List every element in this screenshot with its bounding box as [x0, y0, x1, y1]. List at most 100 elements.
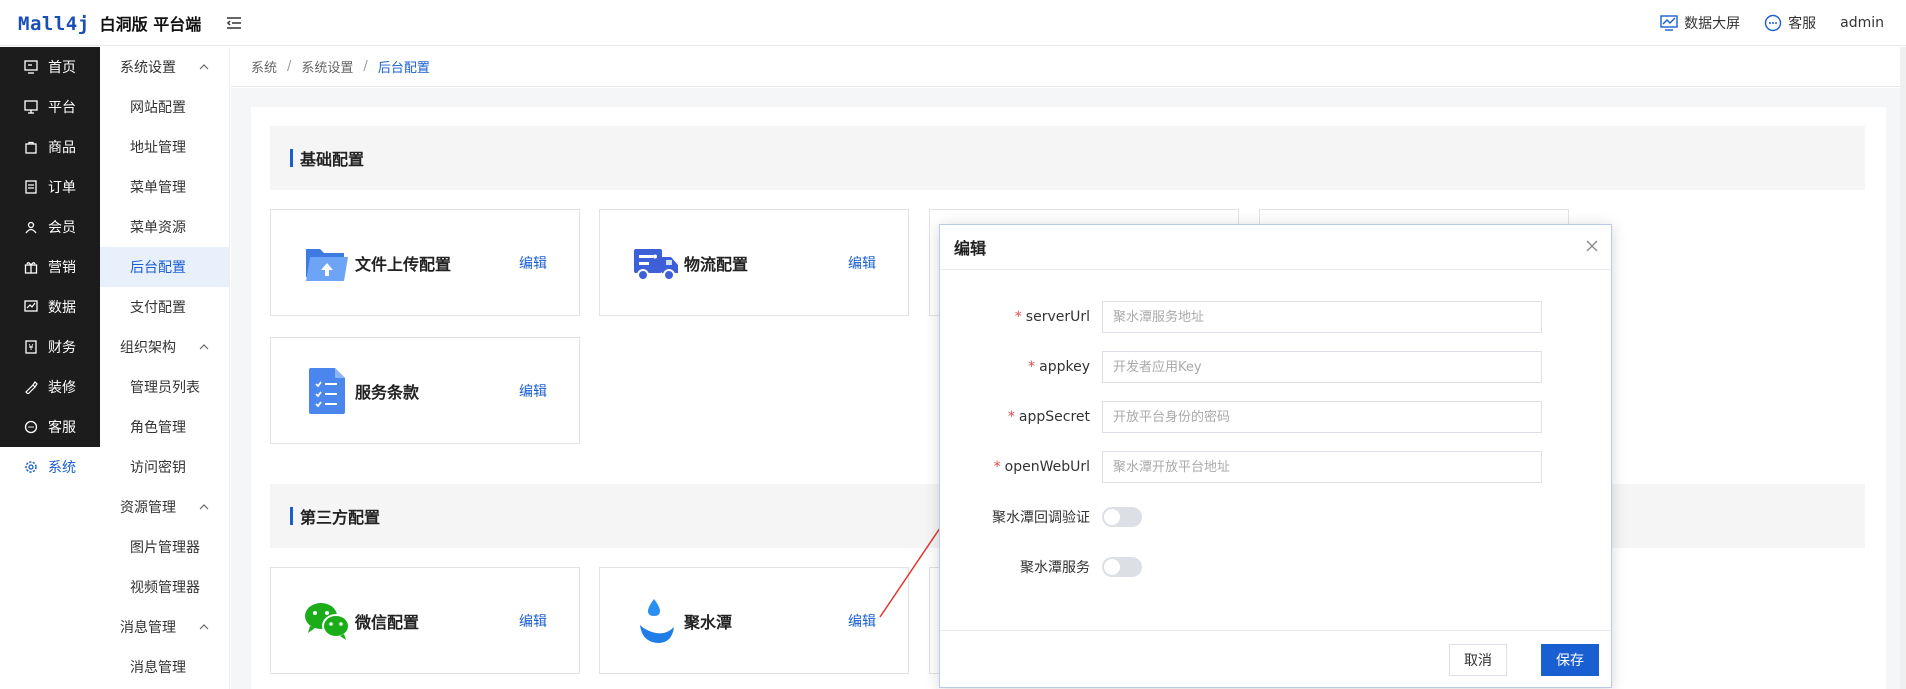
svg-text:¥: ¥ — [28, 343, 33, 352]
document-icon — [25, 180, 37, 194]
subnav-item-message-mgmt[interactable]: 消息管理 — [100, 647, 229, 687]
truck-icon — [632, 239, 680, 287]
card-title: 物流配置 — [684, 254, 749, 274]
breadcrumb: 系统 / 系统设置 / 后台配置 — [231, 47, 1906, 87]
card-logistics: 物流配置 编辑 — [599, 209, 909, 316]
edit-link-terms[interactable]: 编辑 — [519, 381, 547, 401]
breadcrumb-system[interactable]: 系统 — [251, 57, 277, 76]
server-url-input[interactable] — [1102, 301, 1542, 333]
sidebar-item-label: 装修 — [48, 380, 76, 396]
sidebar-item-data[interactable]: 数据 — [0, 287, 100, 327]
customer-service-label: 客服 — [1788, 16, 1817, 32]
sidebar-item-members[interactable]: 会员 — [0, 207, 100, 247]
section-title-basic: 基础配置 — [270, 126, 1865, 190]
chevron-up-icon — [199, 624, 209, 630]
sidebar-item-orders[interactable]: 订单 — [0, 167, 100, 207]
subnav-item-payment-config[interactable]: 支付配置 — [100, 287, 229, 327]
subnav-item-video-manager[interactable]: 视频管理器 — [100, 567, 229, 607]
subnav-item-role-mgmt[interactable]: 角色管理 — [100, 407, 229, 447]
finance-icon: ¥ — [25, 340, 37, 354]
menu-collapse-icon[interactable] — [225, 14, 243, 32]
subnav-item-menu-mgmt[interactable]: 菜单管理 — [100, 167, 229, 207]
subnav-group-system-settings[interactable]: 系统设置 — [100, 47, 229, 87]
close-icon[interactable] — [1585, 239, 1599, 253]
subnav-item-menu-resource[interactable]: 菜单资源 — [100, 207, 229, 247]
sidebar-item-label: 会员 — [48, 220, 76, 236]
card-wechat: 微信配置 编辑 — [270, 567, 580, 674]
open-web-url-input[interactable] — [1102, 451, 1542, 483]
edit-link-wechat[interactable]: 编辑 — [519, 611, 547, 631]
breadcrumb-system-settings[interactable]: 系统设置 — [301, 57, 353, 76]
sidebar-item-label: 首页 — [48, 60, 76, 76]
save-button[interactable]: 保存 — [1541, 644, 1599, 676]
form-row-server-url: * serverUrl — [940, 300, 1613, 334]
sidebar-item-system[interactable]: 系统 — [0, 447, 100, 487]
subnav-group-messages[interactable]: 消息管理 — [100, 607, 229, 647]
checklist-document-icon — [303, 367, 351, 415]
secondary-sidebar: 系统设置 网站配置 地址管理 菜单管理 菜单资源 后台配置 支付配置 组织架构 … — [100, 47, 230, 689]
subnav-item-admin-list[interactable]: 管理员列表 — [100, 367, 229, 407]
field-label-text: appSecret — [1018, 409, 1090, 425]
required-mark: * — [1014, 309, 1022, 325]
subnav-item-website-config[interactable]: 网站配置 — [100, 87, 229, 127]
logo-text: 白洞版 平台端 — [99, 14, 202, 34]
edit-dialog: 编辑 *serverUrl *appkey *appSecret *openWe… — [939, 224, 1612, 688]
subnav-group-label: 资源管理 — [120, 500, 176, 516]
subnav-group-organization[interactable]: 组织架构 — [100, 327, 229, 367]
sidebar-item-label: 数据 — [48, 300, 76, 316]
card-title: 文件上传配置 — [355, 254, 452, 274]
breadcrumb-current: 后台配置 — [377, 61, 430, 76]
section-title-basic-label: 基础配置 — [300, 150, 365, 169]
subnav-item-backend-config[interactable]: 后台配置 — [100, 247, 229, 287]
sidebar-item-home[interactable]: 首页 — [0, 47, 100, 87]
form-row-app-secret: * appSecret — [940, 400, 1613, 434]
subnav-group-label: 组织架构 — [120, 340, 176, 356]
chart-icon — [24, 300, 38, 312]
page-scrollbar[interactable] — [1900, 47, 1906, 689]
customer-service-link[interactable]: 客服 — [1764, 13, 1816, 33]
folder-upload-icon — [303, 239, 351, 287]
logo[interactable]: Mall4j 白洞版 平台端 — [0, 11, 201, 35]
wechat-icon — [303, 597, 351, 645]
appkey-input[interactable] — [1102, 351, 1542, 383]
gear-icon — [25, 461, 37, 473]
sidebar-item-decoration[interactable]: 装修 — [0, 367, 100, 407]
edit-link-file-upload[interactable]: 编辑 — [519, 253, 547, 273]
sidebar-item-marketing[interactable]: 营销 — [0, 247, 100, 287]
edit-link-logistics[interactable]: 编辑 — [848, 253, 876, 273]
section-title-third-party-label: 第三方配置 — [300, 508, 381, 527]
logo-brand: Mall4j — [18, 12, 90, 35]
sidebar-item-products[interactable]: 商品 — [0, 127, 100, 167]
required-mark: * — [993, 459, 1001, 475]
cancel-button[interactable]: 取消 — [1449, 644, 1507, 676]
form-row-open-web-url: * openWebUrl — [940, 450, 1613, 484]
data-screen-link[interactable]: 数据大屏 — [1660, 13, 1740, 33]
chevron-up-icon — [199, 344, 209, 350]
callback-verify-toggle[interactable] — [1102, 507, 1142, 527]
field-label-text: appkey — [1039, 359, 1090, 375]
sidebar-item-label: 订单 — [48, 180, 76, 196]
app-secret-input[interactable] — [1102, 401, 1542, 433]
edit-link-jushuitan[interactable]: 编辑 — [848, 611, 876, 631]
field-label: 聚水潭回调验证 — [992, 510, 1090, 526]
sidebar-item-finance[interactable]: ¥ 财务 — [0, 327, 100, 367]
breadcrumb-separator: / — [287, 59, 292, 74]
subnav-item-access-key[interactable]: 访问密钥 — [100, 447, 229, 487]
subnav-item-image-manager[interactable]: 图片管理器 — [100, 527, 229, 567]
service-toggle[interactable] — [1102, 557, 1142, 577]
sidebar-item-label: 商品 — [48, 140, 76, 156]
subnav-group-resources[interactable]: 资源管理 — [100, 487, 229, 527]
sidebar-item-label: 营销 — [48, 260, 76, 276]
sidebar-item-service[interactable]: 客服 — [0, 407, 100, 447]
field-label: * serverUrl — [940, 309, 1102, 325]
bag-icon — [25, 141, 37, 154]
card-terms: 服务条款 编辑 — [270, 337, 580, 444]
subnav-item-address-mgmt[interactable]: 地址管理 — [100, 127, 229, 167]
user-menu[interactable]: admin — [1840, 15, 1884, 31]
field-label-text: serverUrl — [1025, 309, 1090, 325]
form-row-appkey: * appkey — [940, 350, 1613, 384]
chat-bubble-icon — [1764, 14, 1782, 32]
field-label: * appkey — [940, 359, 1102, 375]
monitor-icon — [24, 60, 38, 74]
sidebar-item-platform[interactable]: 平台 — [0, 87, 100, 127]
